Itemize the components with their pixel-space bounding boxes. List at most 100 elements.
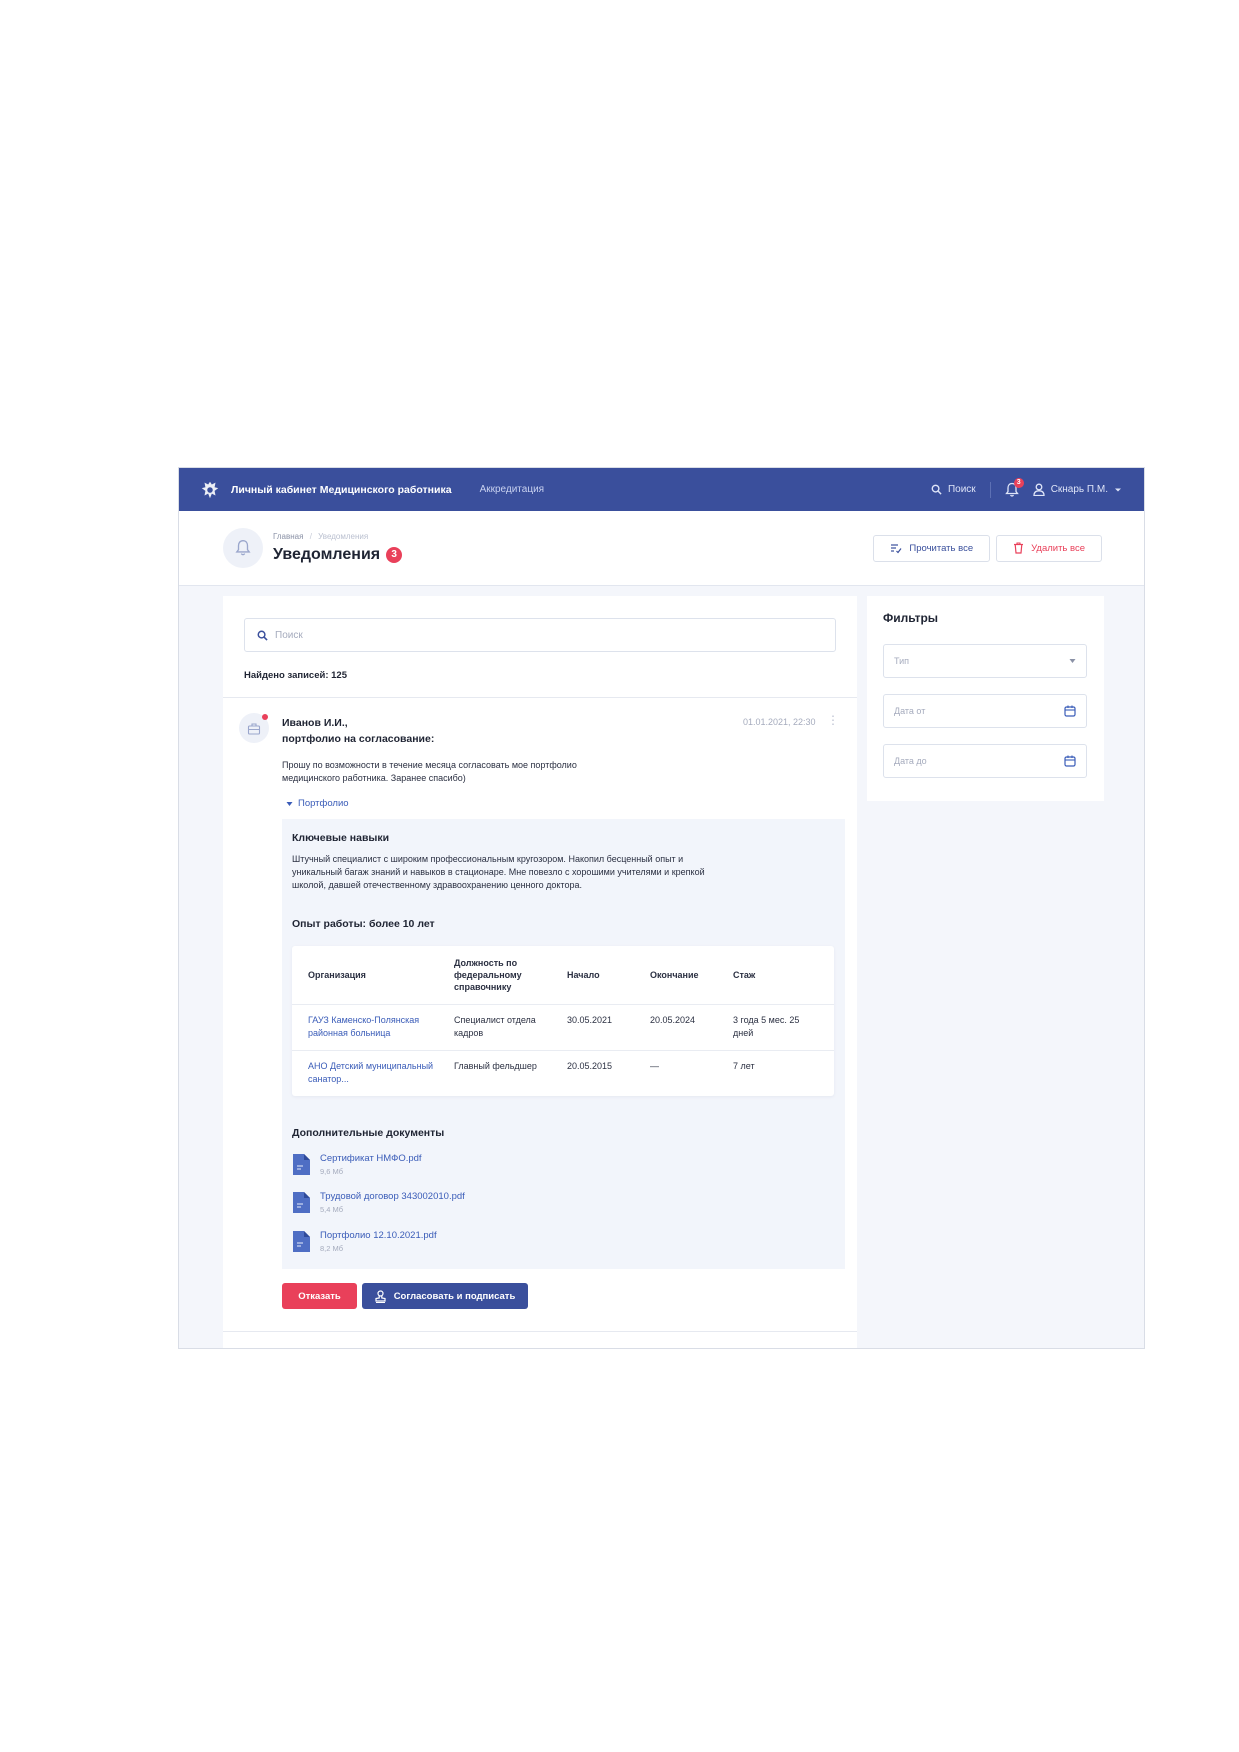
- read-all-icon: [891, 543, 902, 553]
- topbar-divider: [989, 481, 991, 498]
- date-to-placeholder: Дата до: [894, 756, 927, 766]
- header-avatar: [223, 528, 263, 568]
- date-from-field[interactable]: Дата от: [883, 694, 1087, 728]
- skills-title: Ключевые навыки: [292, 832, 390, 844]
- notifications-button[interactable]: 3: [1004, 477, 1024, 498]
- document-info: Портфолио 12.10.2021.pdf 8,2 Мб: [320, 1230, 437, 1253]
- start-date-cell: 30.05.2021: [567, 1015, 613, 1025]
- unread-count-badge: 3: [386, 547, 403, 563]
- caret-down-icon: [1069, 659, 1076, 663]
- breadcrumb-separator: /: [309, 532, 312, 541]
- documents-title: Дополнительные документы: [292, 1127, 445, 1139]
- message-body: Прошу по возможности в течение месяца со…: [282, 760, 577, 783]
- start-date-cell: 20.05.2015: [567, 1061, 613, 1071]
- document-info: Сертификат НМФО.pdf 9,6 Мб: [320, 1153, 422, 1176]
- organization-link[interactable]: ГАУЗ Каменско-Полянская районная больниц…: [308, 1014, 438, 1040]
- header-title-block: Главная / Уведомления Уведомления 3: [273, 532, 403, 564]
- document-size: 9,6 Мб: [320, 1167, 344, 1176]
- notifications-list-card: Найдено записей: 125 Иванов И.И., портфо…: [223, 596, 857, 1348]
- experience-title: Опыт работы: более 10 лет: [292, 918, 435, 930]
- approve-and-sign-button[interactable]: Согласовать и подписать: [362, 1283, 528, 1309]
- delete-all-label: Удалить все: [1031, 542, 1085, 554]
- search-icon: [931, 484, 942, 495]
- column-header-position: Должность по федеральному справочнику: [454, 958, 522, 992]
- app-window: Личный кабинет Медицинского работника Ак…: [178, 467, 1145, 1349]
- read-all-button[interactable]: Прочитать все: [873, 534, 991, 562]
- search-field[interactable]: [244, 618, 836, 652]
- header-actions: Прочитать все Удалить все: [873, 534, 1102, 562]
- portfolio-panel: Ключевые навыки Штучный специалист с шир…: [282, 819, 845, 1269]
- column-header-organization: Организация: [308, 970, 366, 980]
- unread-dot: [262, 714, 268, 720]
- file-icon: [293, 1231, 310, 1252]
- document-item[interactable]: Трудовой договор 343002010.pdf 5,4 Мб: [292, 1191, 465, 1214]
- organization-link[interactable]: АНО Детский муниципальный санатор...: [308, 1060, 438, 1086]
- chevron-down-icon: [1115, 488, 1121, 491]
- experience-table: Организация Должность по федеральному сп…: [292, 946, 834, 1096]
- skills-text: Штучный специалист с широким профессиона…: [292, 854, 705, 890]
- divider: [223, 697, 857, 698]
- page-title: Уведомления: [273, 546, 381, 563]
- file-icon: [293, 1154, 310, 1175]
- position-cell: Специалист отдела кадров: [454, 1015, 536, 1038]
- message-date: 01.01.2021, 22:30: [743, 717, 816, 727]
- nav-item-accreditation[interactable]: Аккредитация: [480, 484, 545, 495]
- breadcrumb-current: Уведомления: [318, 532, 369, 541]
- table-divider: [292, 1050, 834, 1051]
- end-date-cell: 20.05.2024: [650, 1015, 696, 1025]
- position-cell: Главный фельдшер: [454, 1061, 537, 1071]
- file-icon: [293, 1192, 310, 1213]
- more-options-icon[interactable]: ⋮: [827, 713, 839, 727]
- filters-title: Фильтры: [883, 611, 939, 625]
- found-records-count: Найдено записей: 125: [244, 670, 347, 681]
- column-header-end: Окончание: [650, 970, 699, 980]
- bell-icon: [235, 540, 251, 556]
- reject-button[interactable]: Отказать: [282, 1283, 357, 1309]
- title-row: Уведомления 3: [273, 546, 403, 564]
- coat-of-arms-logo[interactable]: [199, 479, 221, 501]
- date-from-placeholder: Дата от: [894, 706, 926, 716]
- type-select-placeholder: Тип: [894, 656, 910, 666]
- calendar-icon[interactable]: [1064, 755, 1076, 767]
- calendar-icon[interactable]: [1064, 705, 1076, 717]
- end-date-cell: —: [650, 1061, 659, 1071]
- table-divider: [292, 1004, 834, 1005]
- message-subject: портфолио на согласование:: [282, 733, 435, 745]
- user-menu[interactable]: Скнарь П.М.: [1033, 483, 1122, 496]
- message-avatar: [239, 713, 269, 743]
- document-name[interactable]: Портфолио 12.10.2021.pdf: [320, 1230, 437, 1241]
- filters-panel: Фильтры Тип Дата от Дата до: [867, 596, 1104, 801]
- approve-and-sign-label: Согласовать и подписать: [393, 1290, 516, 1302]
- date-to-field[interactable]: Дата до: [883, 744, 1087, 778]
- tenure-cell: 7 лет: [733, 1061, 755, 1071]
- document-name[interactable]: Сертификат НМФО.pdf: [320, 1153, 422, 1164]
- stamp-icon: [375, 1289, 386, 1303]
- column-header-tenure: Стаж: [733, 970, 756, 980]
- topbar-search-label: Поиск: [947, 484, 976, 495]
- tenure-cell: 3 года 5 мес. 25 дней: [733, 1015, 800, 1038]
- app-title[interactable]: Личный кабинет Медицинского работника: [231, 484, 452, 496]
- search-input[interactable]: [275, 629, 775, 641]
- user-name: Скнарь П.М.: [1050, 484, 1108, 495]
- message-author: Иванов И.И.,: [282, 717, 348, 729]
- read-all-label: Прочитать все: [909, 542, 974, 554]
- topbar-search[interactable]: Поиск: [931, 484, 976, 495]
- breadcrumb-home[interactable]: Главная: [273, 532, 303, 541]
- search-icon: [257, 630, 268, 641]
- document-name[interactable]: Трудовой договор 343002010.pdf: [320, 1191, 465, 1202]
- document-info: Трудовой договор 343002010.pdf 5,4 Мб: [320, 1191, 465, 1214]
- delete-all-button[interactable]: Удалить все: [996, 534, 1102, 562]
- breadcrumb: Главная / Уведомления: [273, 532, 402, 541]
- column-header-start: Начало: [567, 970, 600, 980]
- notifications-count-badge: 3: [1013, 477, 1024, 488]
- caret-down-icon: [286, 801, 293, 806]
- type-select[interactable]: Тип: [883, 644, 1087, 678]
- portfolio-toggle[interactable]: Портфолио: [286, 798, 349, 809]
- document-item[interactable]: Портфолио 12.10.2021.pdf 8,2 Мб: [292, 1230, 437, 1253]
- topbar-actions: Поиск 3 Скнарь П.М.: [931, 477, 1122, 498]
- briefcase-icon: [247, 722, 261, 735]
- document-size: 5,4 Мб: [320, 1205, 344, 1214]
- portfolio-toggle-label: Портфолио: [298, 798, 349, 809]
- divider: [223, 1331, 857, 1332]
- document-item[interactable]: Сертификат НМФО.pdf 9,6 Мб: [292, 1153, 422, 1176]
